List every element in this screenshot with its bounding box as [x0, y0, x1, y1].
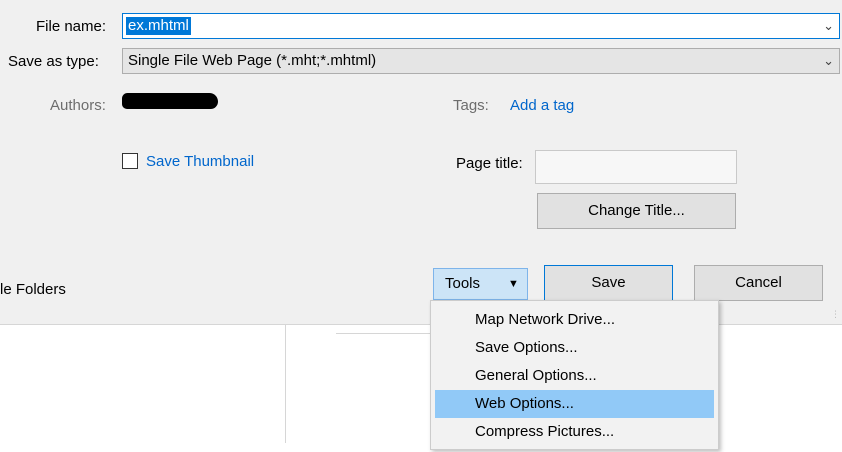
tools-dropdown-button[interactable]: Tools ▼ — [433, 268, 528, 300]
tags-label: Tags: — [453, 97, 489, 114]
save-as-type-label: Save as type: — [8, 53, 99, 70]
menu-item-save-options[interactable]: Save Options... — [435, 334, 714, 362]
pane-header-line — [336, 333, 430, 334]
chevron-down-icon[interactable]: ⌄ — [823, 17, 834, 35]
caret-down-icon: ▼ — [508, 278, 519, 290]
resize-grip-icon[interactable]: ⋮ — [831, 309, 840, 320]
tools-label: Tools — [445, 275, 481, 292]
save-as-type-value: Single File Web Page (*.mht;*.mhtml) — [128, 52, 377, 69]
save-button[interactable]: Save — [544, 265, 673, 301]
page-title-label: Page title: — [456, 155, 523, 172]
change-title-button[interactable]: Change Title... — [537, 193, 736, 229]
page-title-input[interactable] — [535, 150, 737, 184]
file-name-value[interactable]: ex.mhtml — [126, 17, 191, 35]
save-as-dialog-panel: File name: ex.mhtml ⌄ Save as type: Sing… — [0, 0, 842, 325]
save-thumbnail-label[interactable]: Save Thumbnail — [146, 153, 254, 170]
menu-item-general-options[interactable]: General Options... — [435, 362, 714, 390]
tools-menu: Map Network Drive... Save Options... Gen… — [430, 300, 719, 450]
add-tag-link[interactable]: Add a tag — [510, 97, 574, 114]
save-as-type-select[interactable]: Single File Web Page (*.mht;*.mhtml) ⌄ — [122, 48, 840, 74]
menu-item-web-options[interactable]: Web Options... — [435, 390, 714, 418]
chevron-down-icon[interactable]: ⌄ — [823, 52, 834, 70]
menu-item-compress-pictures[interactable]: Compress Pictures... — [435, 418, 714, 446]
file-name-input[interactable]: ex.mhtml ⌄ — [122, 13, 840, 39]
authors-redacted-value[interactable] — [122, 93, 218, 109]
hide-folders-toggle[interactable]: le Folders — [0, 281, 66, 298]
save-thumbnail-checkbox[interactable] — [122, 153, 138, 169]
menu-item-map-network-drive[interactable]: Map Network Drive... — [435, 306, 714, 334]
file-name-label: File name: — [36, 18, 107, 35]
authors-label: Authors: — [50, 97, 106, 114]
pane-divider — [285, 325, 286, 443]
cancel-button[interactable]: Cancel — [694, 265, 823, 301]
